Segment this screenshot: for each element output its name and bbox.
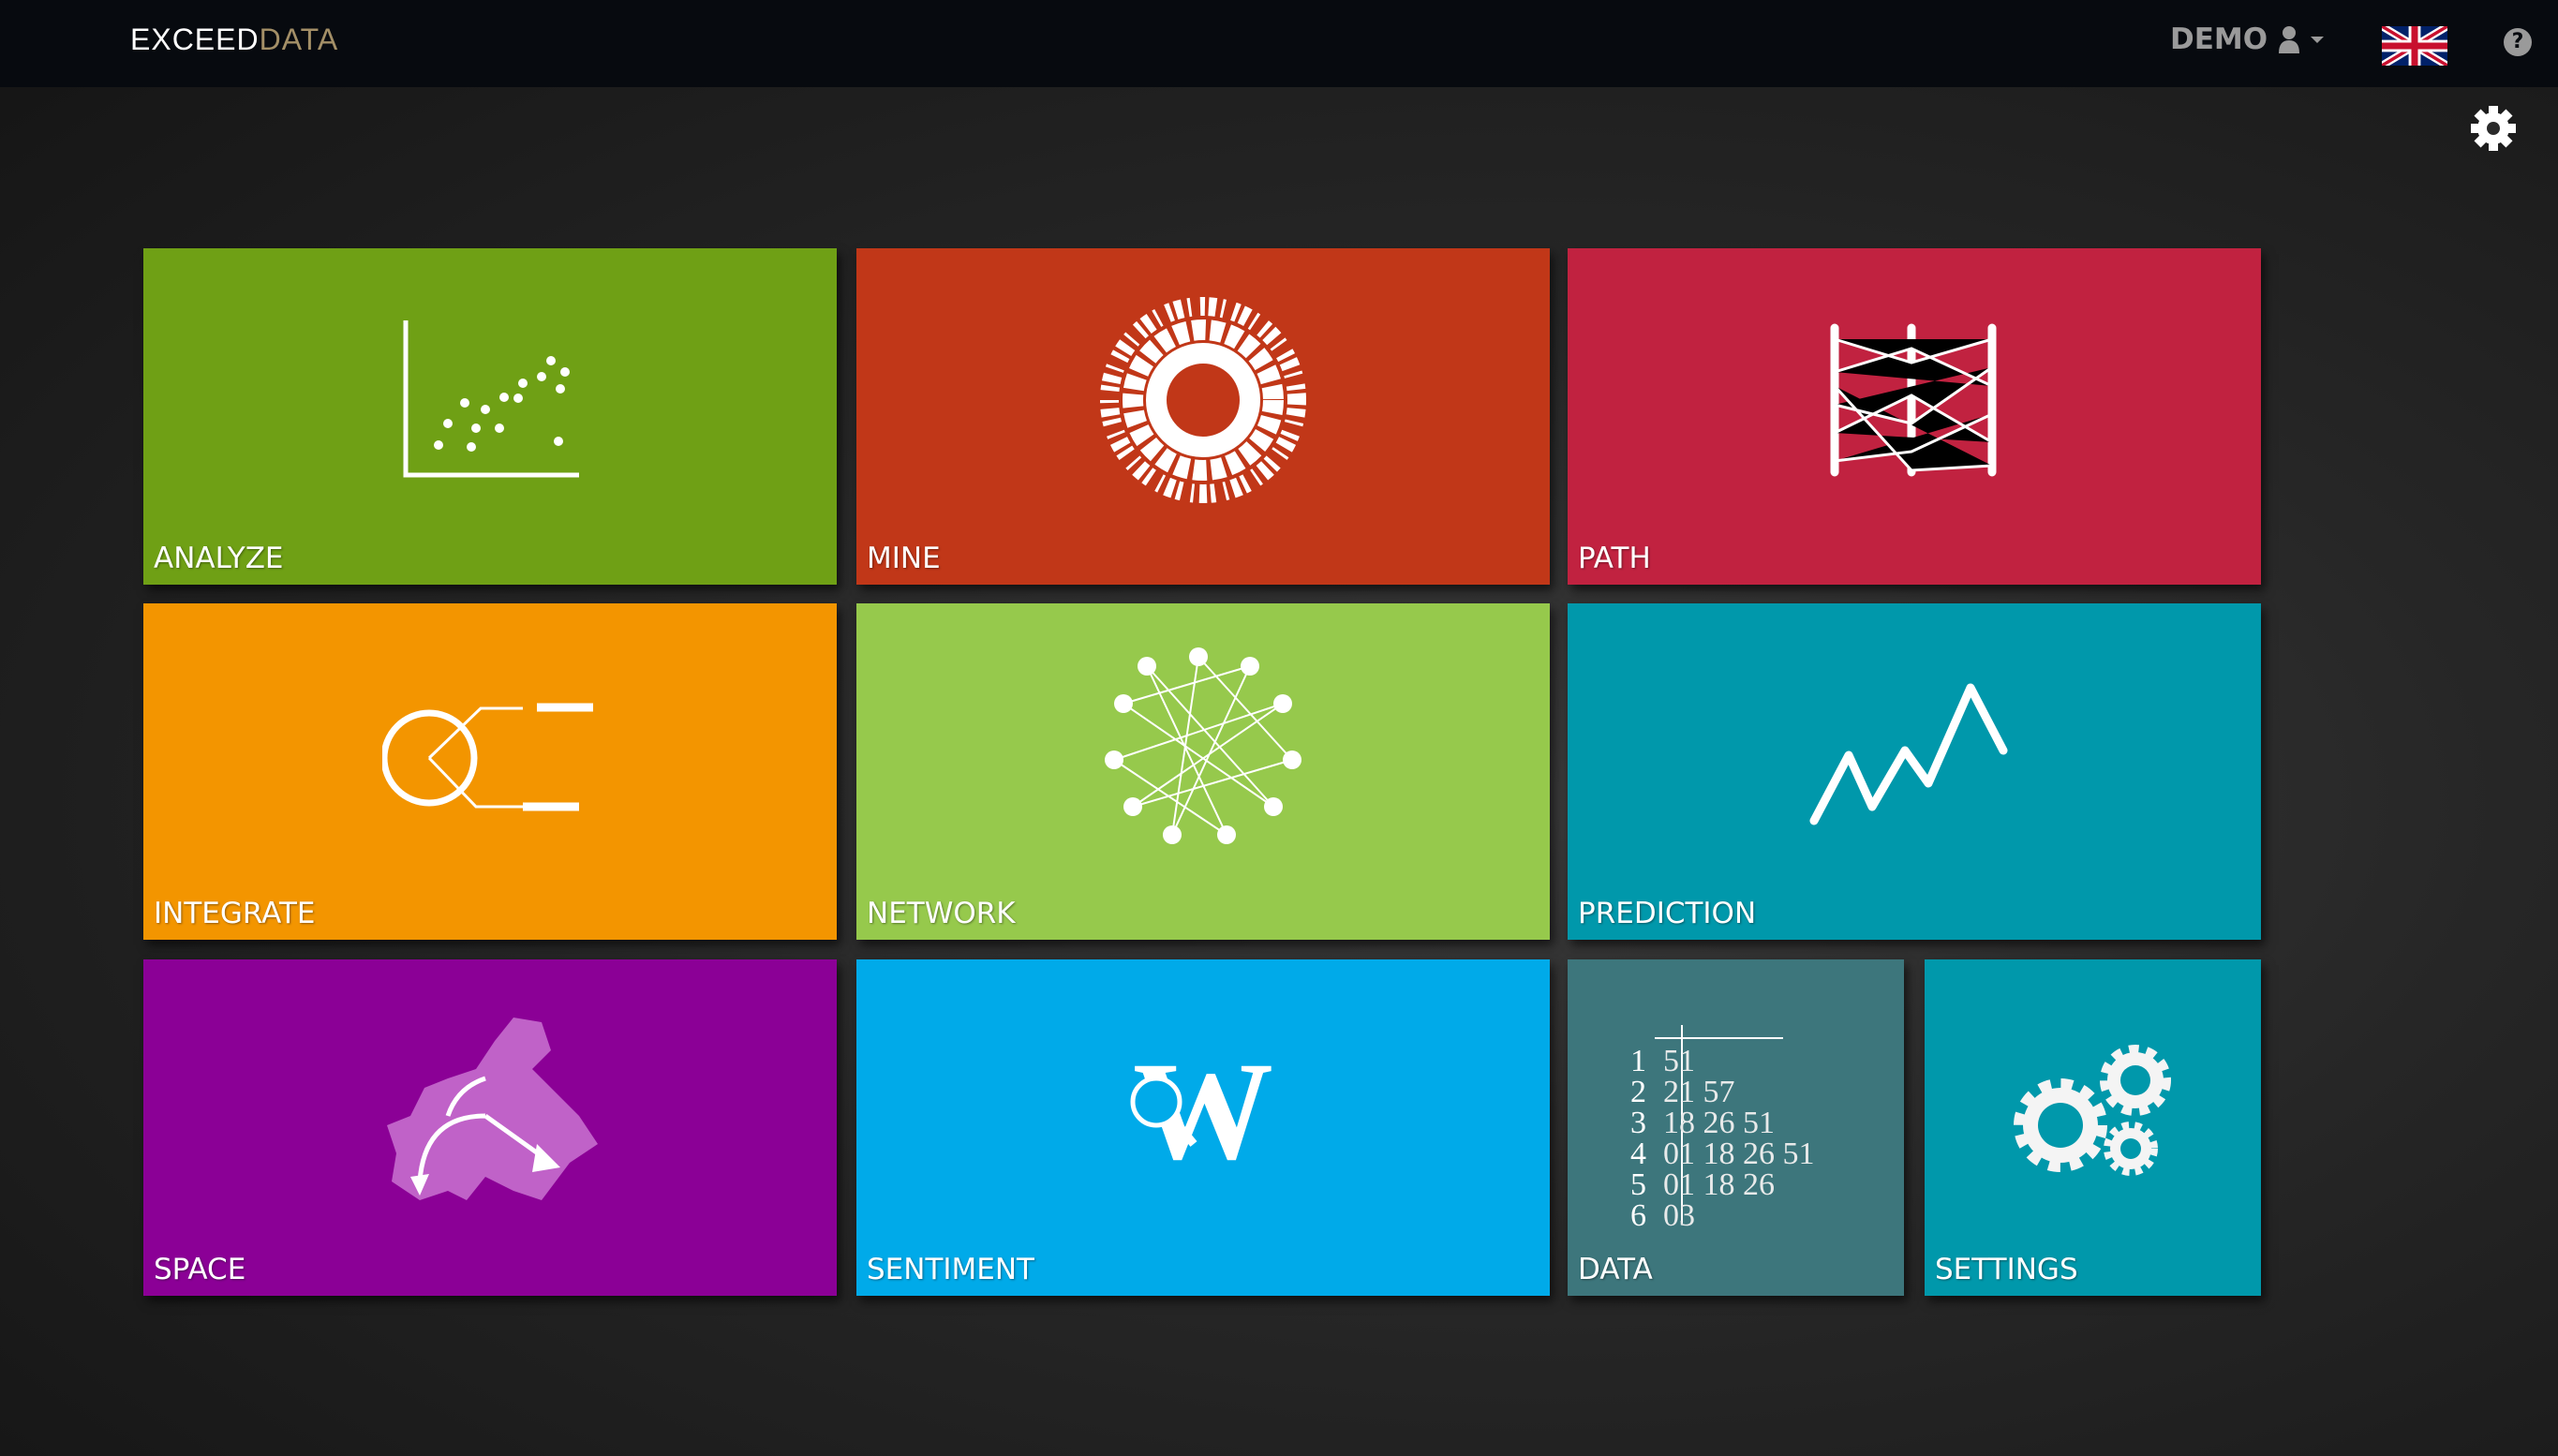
top-bar: EXCEEDDATA DEMO ? [0, 0, 2558, 87]
tile-label: SETTINGS [1935, 1253, 2078, 1286]
network-graph-icon [1105, 646, 1301, 844]
w-search-icon: W [1130, 1050, 1273, 1172]
username: DEMO [2170, 22, 2268, 56]
tile-analyze[interactable]: ANALYZE [143, 248, 837, 585]
user-icon [2279, 26, 2300, 53]
tile-label: INTEGRATE [154, 897, 316, 930]
tile-network[interactable]: NETWORK [856, 603, 1550, 940]
tile-label: SENTIMENT [867, 1253, 1034, 1286]
stem-leaf-table: 1 51 2 21 57 3 18 26 51 4 01 18 26 51 5 01 18… [1630, 1044, 1815, 1233]
tile-prediction[interactable]: PREDICTION [1568, 603, 2261, 940]
tile-integrate[interactable]: INTEGRATE [143, 603, 837, 940]
tile-label: MINE [867, 542, 941, 575]
caret-down-icon [2311, 37, 2325, 43]
gears-icon [2013, 1044, 2171, 1176]
tile-path[interactable]: PATH [1568, 248, 2261, 585]
tile-settings[interactable]: SETTINGS [1925, 959, 2261, 1296]
europe-map-icon [387, 1017, 598, 1200]
scatter-plot-icon [403, 319, 579, 478]
tile-label: SPACE [154, 1253, 246, 1286]
uk-flag-icon[interactable] [2382, 26, 2447, 66]
tile-label: NETWORK [867, 897, 1016, 930]
parallel-coordinates-icon [1830, 323, 1997, 477]
tile-space[interactable]: SPACE [143, 959, 837, 1296]
sunburst-icon [1100, 296, 1306, 503]
tile-label: PATH [1578, 542, 1651, 575]
tile-label: DATA [1578, 1253, 1653, 1286]
user-menu[interactable]: DEMO [2170, 22, 2325, 56]
help-icon[interactable]: ? [2504, 28, 2532, 56]
integrate-icon [382, 703, 593, 811]
tile-data[interactable]: 1 51 2 21 57 3 18 26 51 4 01 18 26 51 5 01 18… [1568, 959, 1904, 1296]
tile-mine[interactable]: MINE [856, 248, 1550, 585]
tile-label: PREDICTION [1578, 897, 1757, 930]
gear-icon[interactable] [2470, 105, 2517, 152]
tile-sentiment[interactable]: W SENTIMENT [856, 959, 1550, 1296]
logo[interactable]: EXCEEDDATA [130, 22, 338, 57]
tile-label: ANALYZE [154, 542, 284, 575]
line-trend-icon [1809, 683, 2008, 825]
